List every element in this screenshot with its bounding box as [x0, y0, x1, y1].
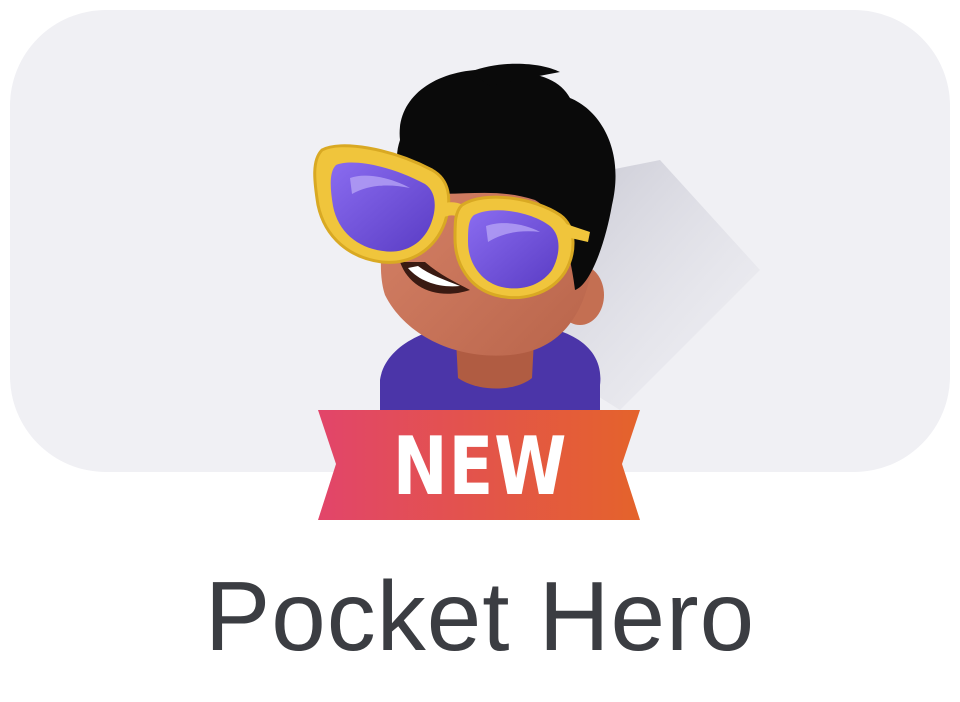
- pocket-hero-app-tile[interactable]: NEW Pocket Hero: [0, 0, 960, 702]
- new-badge-label: NEW: [392, 420, 568, 513]
- app-name-label[interactable]: Pocket Hero: [0, 556, 960, 676]
